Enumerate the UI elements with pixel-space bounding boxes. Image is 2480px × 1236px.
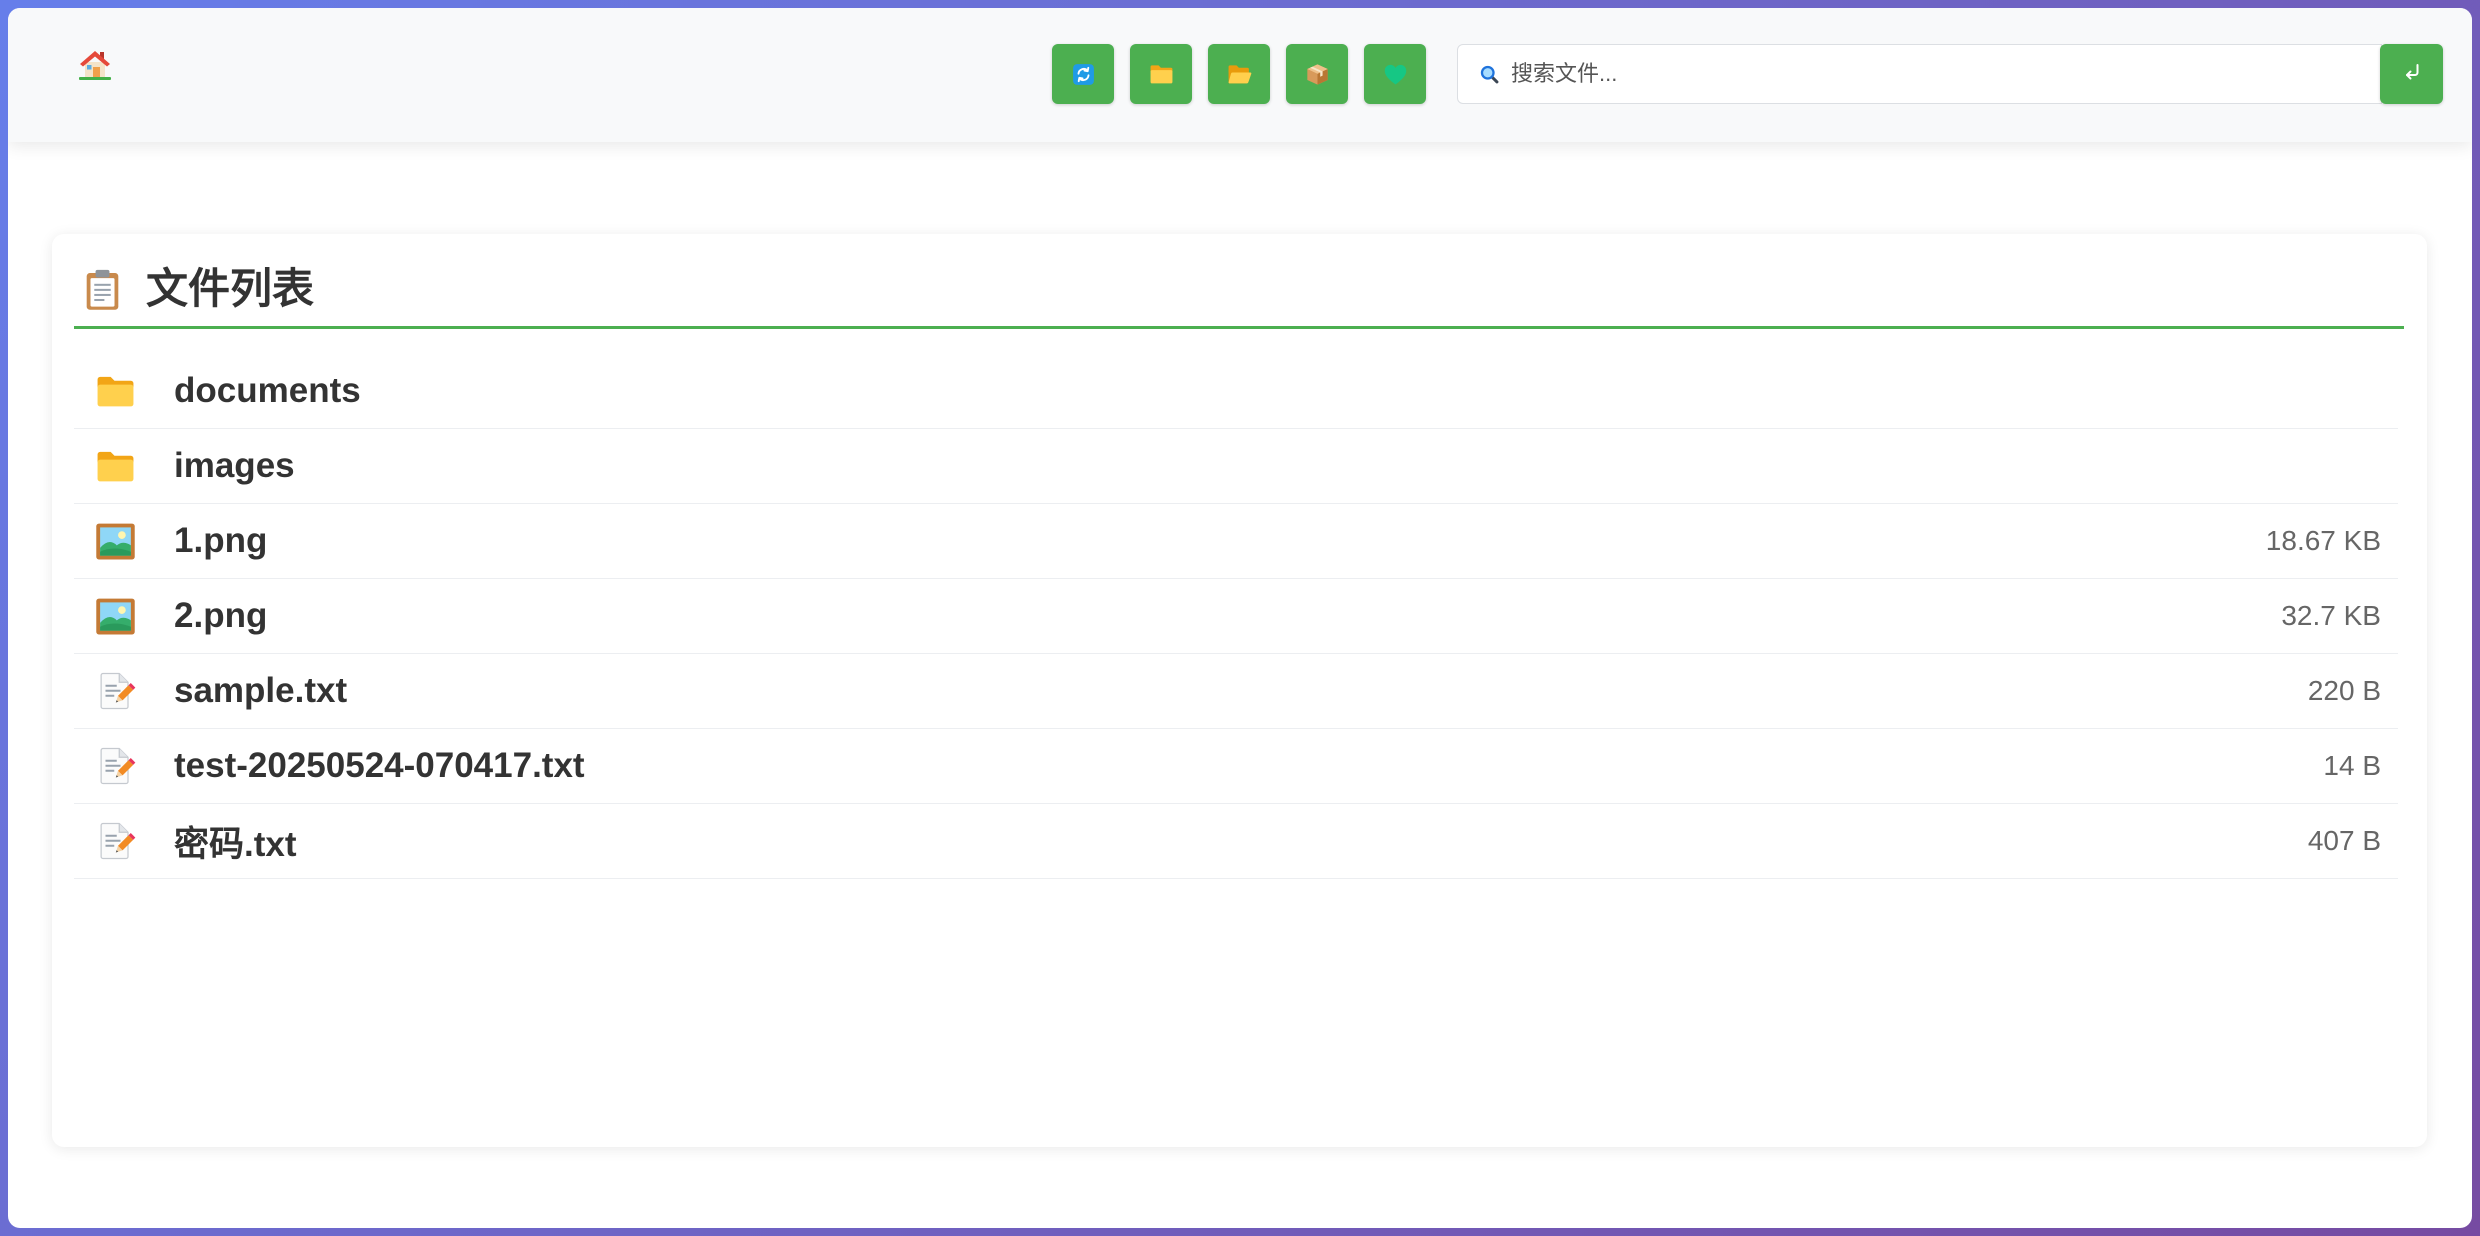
search-input[interactable]: [1458, 45, 2381, 103]
file-size: 18.67 KB: [2265, 525, 2381, 556]
enter-icon: [2400, 60, 2424, 89]
file-manager-window: 文件列表 documents images: [8, 8, 2472, 1228]
picture-icon: [95, 596, 136, 636]
file-name: 密码.txt: [174, 824, 297, 864]
file-size: 220 B: [2307, 675, 2381, 706]
file-size: 407 B: [2307, 825, 2381, 856]
file-list: documents images 1.png 18.67 KB 2.png 32…: [74, 354, 2398, 879]
memo-icon: [95, 746, 136, 786]
open-folder-button[interactable]: [1208, 44, 1270, 104]
search-box: [1457, 44, 2382, 104]
refresh-button[interactable]: [1052, 44, 1114, 104]
green-heart-icon: [1383, 63, 1408, 86]
file-list-title: 文件列表: [146, 265, 315, 312]
file-name: sample.txt: [174, 671, 348, 710]
home-icon: [76, 47, 114, 83]
file-name: test-20250524-070417.txt: [174, 746, 585, 785]
file-row[interactable]: documents: [74, 354, 2398, 429]
package-icon: [1305, 62, 1330, 87]
clipboard-icon: [82, 268, 123, 311]
file-row[interactable]: images: [74, 429, 2398, 504]
memo-icon: [95, 671, 136, 711]
file-name: 2.png: [174, 596, 268, 635]
file-row[interactable]: test-20250524-070417.txt 14 B: [74, 729, 2398, 804]
folder-button[interactable]: [1130, 44, 1192, 104]
home-link[interactable]: [76, 47, 114, 83]
file-size: 32.7 KB: [2281, 600, 2381, 631]
file-row[interactable]: 1.png 18.67 KB: [74, 504, 2398, 579]
heart-button[interactable]: [1364, 44, 1426, 104]
package-button[interactable]: [1286, 44, 1348, 104]
folder-icon: [95, 371, 136, 411]
file-row[interactable]: 2.png 32.7 KB: [74, 579, 2398, 654]
file-list-card: 文件列表 documents images 1.png 18.67 KB 2.p…: [52, 234, 2427, 1147]
file-list-header: 文件列表: [74, 234, 2404, 329]
top-toolbar: [8, 8, 2472, 142]
open-folder-icon: [1227, 63, 1252, 85]
picture-icon: [95, 521, 136, 561]
refresh-icon: [1071, 62, 1096, 87]
file-row[interactable]: 密码.txt 407 B: [74, 804, 2398, 879]
folder-icon: [95, 446, 136, 486]
file-size: 14 B: [2323, 750, 2381, 781]
file-name: images: [174, 446, 295, 485]
search-submit-button[interactable]: [2380, 44, 2443, 104]
folder-icon: [1149, 63, 1174, 85]
file-name: 1.png: [174, 521, 268, 560]
file-row[interactable]: sample.txt 220 B: [74, 654, 2398, 729]
memo-icon: [95, 821, 136, 861]
file-name: documents: [174, 371, 361, 410]
